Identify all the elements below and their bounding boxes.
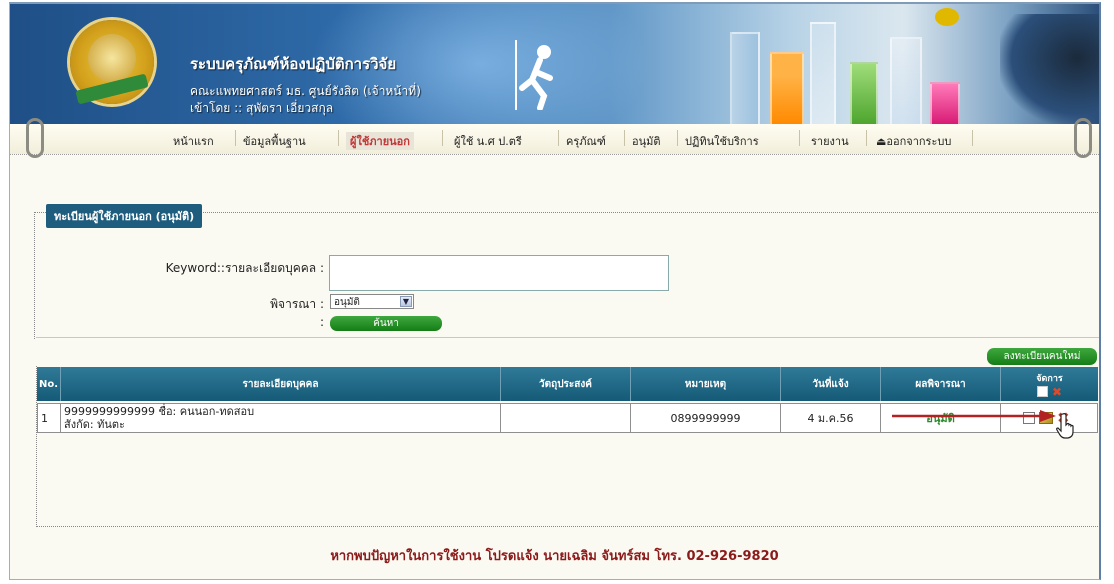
col-header-date: วันที่แจ้ง <box>781 367 881 401</box>
logo-seal <box>70 20 154 105</box>
nav-external-users[interactable]: ผู้ใช้ภายนอก <box>346 132 414 150</box>
cell-note: 0899999999 <box>631 403 781 433</box>
header-banner: ระบบครุภัณฑ์ห้องปฏิบัติการวิจัย คณะแพทยศ… <box>10 4 1099 124</box>
nav-divider <box>866 130 867 146</box>
app-window: ระบบครุภัณฑ์ห้องปฏิบัติการวิจัย คณะแพทยศ… <box>9 2 1101 580</box>
nav-divider <box>677 130 678 146</box>
nav-report[interactable]: รายงาน <box>811 132 849 150</box>
delete-all-icon[interactable]: ✖ <box>1052 386 1062 398</box>
logout-icon: ⏏ <box>876 135 887 148</box>
keyword-label: Keyword::รายละเอียดบุคคล : <box>165 261 324 275</box>
lab-beaker-decor <box>930 82 960 124</box>
nav-equipment[interactable]: ครุภัณฑ์ <box>566 132 606 150</box>
scientist-silhouette <box>1000 14 1099 124</box>
col-header-result: ผลพิจารณา <box>881 367 1001 401</box>
nav-service-calendar[interactable]: ปฏิทินใช้บริการ <box>685 132 759 150</box>
binder-ring-left <box>26 118 44 158</box>
logged-in-user: เข้าโดย :: สุพัตรา เอี่ยวสกุล <box>190 101 334 115</box>
consider-select-value: อนุมัติ <box>334 297 360 308</box>
footer-contact: หากพบปัญหาในการใช้งาน โปรดแจ้ง นายเฉลิม … <box>330 549 779 564</box>
person-affiliation: สังกัด: ทันตะ <box>64 418 125 431</box>
search-colon: : <box>319 315 324 329</box>
person-id-name: 9999999999999 ชื่อ: คนนอก-ทดสอบ <box>64 405 255 418</box>
lab-beaker-decor <box>810 22 836 124</box>
seal-emblem <box>88 34 136 82</box>
nav-logout[interactable]: ⏏ออกจากระบบ <box>876 132 951 150</box>
nav-divider <box>799 130 800 146</box>
col-header-purpose: วัตถุประสงค์ <box>501 367 631 401</box>
nav-divider <box>972 130 973 146</box>
annotation-arrow <box>892 410 1056 422</box>
nav-divider <box>624 130 625 146</box>
chevron-down-icon: ▼ <box>400 296 412 307</box>
lab-beaker-decor <box>890 37 922 124</box>
section-divider <box>36 337 1099 338</box>
select-all-checkbox[interactable] <box>1036 386 1048 397</box>
register-new-button[interactable]: ลงทะเบียนคนใหม่ <box>987 348 1097 365</box>
header-actions: ✖ <box>1036 386 1062 398</box>
main-nav: หน้าแรก ข้อมูลพื้นฐาน ผู้ใช้ภายนอก ผู้ใช… <box>10 118 1099 158</box>
cell-no: 1 <box>37 403 61 433</box>
consider-label: พิจารณา : <box>270 297 324 311</box>
app-title: ระบบครุภัณฑ์ห้องปฏิบัติการวิจัย <box>190 55 397 73</box>
lab-beaker-decor <box>730 32 760 124</box>
cell-date: 4 ม.ค.56 <box>781 403 881 433</box>
search-button[interactable]: ค้นหา <box>330 316 442 331</box>
cell-person: 9999999999999 ชื่อ: คนนอก-ทดสอบ สังกัด: … <box>61 403 501 433</box>
consider-select[interactable]: อนุมัติ ▼ <box>330 294 414 309</box>
hand-cursor-icon <box>1056 413 1074 439</box>
lab-beaker-decor <box>770 52 804 124</box>
nav-master-data[interactable]: ข้อมูลพื้นฐาน <box>243 132 306 150</box>
running-figure-icon <box>515 40 553 110</box>
nav-divider <box>558 130 559 146</box>
col-header-person: รายละเอียดบุคคล <box>61 367 501 401</box>
lab-beaker-decor <box>850 62 878 124</box>
col-header-no: No. <box>37 367 61 401</box>
nav-divider <box>338 130 339 146</box>
section-legend: ทะเบียนผู้ใช้ภายนอก (อนุมัติ) <box>46 204 203 228</box>
col-header-note: หมายเหตุ <box>631 367 781 401</box>
keyword-input[interactable] <box>329 255 669 291</box>
nav-undergrad-users[interactable]: ผู้ใช้ น.ศ ป.ตรี <box>454 132 522 150</box>
nav-home[interactable]: หน้าแรก <box>173 132 214 150</box>
flask-decor <box>935 8 959 26</box>
nav-divider <box>235 130 236 146</box>
binder-ring-right <box>1074 118 1092 158</box>
cell-purpose <box>501 403 631 433</box>
col-header-manage: จัดการ ✖ <box>1001 367 1098 401</box>
nav-approve[interactable]: อนุมัติ <box>632 132 661 150</box>
nav-divider <box>442 130 443 146</box>
nav-logout-label: ออกจากระบบ <box>886 135 952 148</box>
col-header-manage-label: จัดการ <box>1036 374 1063 384</box>
